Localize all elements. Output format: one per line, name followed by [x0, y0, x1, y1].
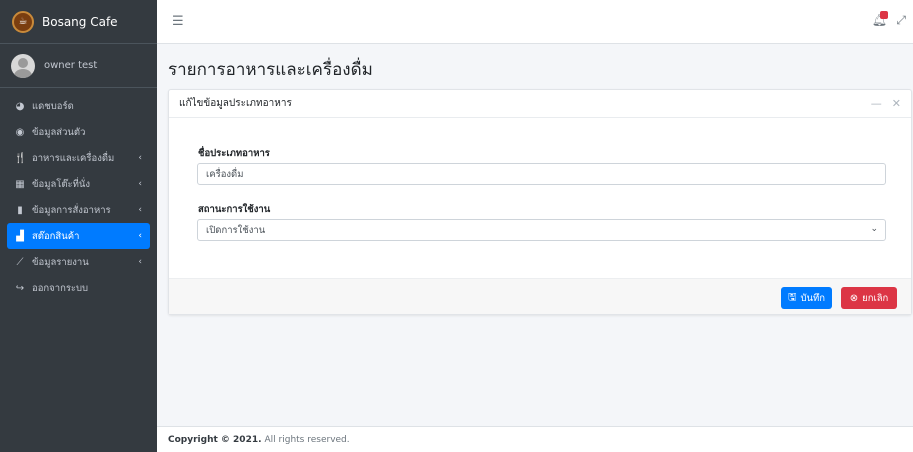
status-value: เปิดการใช้งาน	[206, 224, 266, 236]
user-panel[interactable]: owner test	[0, 44, 157, 88]
clipboard-icon: ▮	[17, 204, 23, 216]
food-type-value: เครื่องดื่ม	[206, 168, 244, 180]
card-footer: 🖫 บันทึก ⊗ ยกเลิก	[169, 278, 911, 314]
fullscreen-icon[interactable]: ⤢	[896, 13, 906, 28]
sidebar-item[interactable]: 🍴 อาหารและเครื่องดื่ม ‹	[7, 145, 150, 171]
chevron-left-icon: ‹	[138, 205, 142, 215]
utensils-icon: 🍴	[14, 152, 27, 164]
cancel-label: ยกเลิก	[862, 292, 889, 304]
food-type-label: ชื่อประเภทอาหาร	[198, 148, 270, 159]
chevron-left-icon: ‹	[138, 257, 142, 267]
cancel-button[interactable]: ⊗ ยกเลิก	[841, 287, 897, 309]
collapse-icon[interactable]: —	[871, 97, 882, 110]
boxes-icon: ▟	[16, 230, 24, 242]
sidebar-item[interactable]: ▮ ข้อมูลการสั่งอาหาร ‹	[7, 197, 150, 223]
sidebar-item[interactable]: ▦ ข้อมูลโต๊ะที่นั่ง ‹	[7, 171, 150, 197]
sidebar-item[interactable]: ◉ ข้อมูลส่วนตัว	[7, 119, 150, 145]
edit-card: แก้ไขข้อมูลประเภทอาหาร — ✕ ชื่อประเภทอาห…	[168, 89, 912, 315]
sidebar-nav: ◕ แดชบอร์ด ◉ ข้อมูลส่วนตัว 🍴 อาหารและเครื่องด…	[0, 93, 157, 301]
brand-link[interactable]: ☕ Bosang Cafe	[0, 0, 157, 44]
sidebar-item-label: ข้อมูลการสั่งอาหาร	[32, 204, 111, 216]
chevron-down-icon: ⌄	[870, 224, 878, 234]
hamburger-menu-icon[interactable]: ☰	[172, 14, 184, 29]
sidebar-item-label: แดชบอร์ด	[32, 100, 74, 112]
sidebar-item-label: สต๊อกสินค้า	[32, 230, 80, 242]
sign-out-icon: ↪	[15, 282, 25, 294]
sidebar-item[interactable]: ⟋ ข้อมูลรายงาน ‹	[7, 249, 150, 275]
cafe-logo-icon: ☕	[12, 10, 34, 33]
status-select[interactable]: เปิดการใช้งาน ⌄	[197, 219, 886, 241]
sidebar-item-label: ข้อมูลโต๊ะที่นั่ง	[32, 178, 91, 190]
sidebar-item[interactable]: ▟ สต๊อกสินค้า ‹	[7, 223, 150, 249]
brand-name: Bosang Cafe	[42, 14, 118, 29]
status-label: สถานะการใช้งาน	[198, 204, 271, 215]
save-button[interactable]: 🖫 บันทึก	[781, 287, 832, 309]
sidebar-item[interactable]: ◕ แดชบอร์ด	[7, 93, 150, 119]
user-name: owner test	[44, 60, 98, 71]
chart-line-icon: ⟋	[16, 256, 24, 268]
copyright-text: Copyright © 2021.	[168, 434, 262, 445]
table-icon: ▦	[15, 178, 25, 190]
card-title: แก้ไขข้อมูลประเภทอาหาร	[179, 98, 292, 109]
chevron-left-icon: ‹	[138, 153, 142, 163]
close-icon[interactable]: ✕	[892, 97, 901, 110]
save-label: บันทึก	[800, 292, 826, 304]
sidebar-item[interactable]: ↪ ออกจากระบบ	[7, 275, 150, 301]
sidebar-item-label: อาหารและเครื่องดื่ม	[32, 152, 115, 164]
sidebar: ☕ Bosang Cafe owner test ◕ แดชบอร์ด ◉ ข้อมู…	[0, 0, 157, 452]
card-header: แก้ไขข้อมูลประเภทอาหาร — ✕	[169, 90, 911, 118]
notification-badge	[880, 11, 888, 19]
user-circle-icon: ◉	[15, 126, 25, 138]
tachometer-icon: ◕	[15, 100, 25, 112]
sidebar-item-label: ออกจากระบบ	[32, 282, 89, 294]
food-type-input[interactable]: เครื่องดื่ม	[197, 163, 886, 185]
page-footer: Copyright © 2021. All rights reserved.	[157, 426, 913, 452]
page-title: รายการอาหารและเครื่องดื่ม	[168, 60, 373, 80]
cancel-circle-icon: ⊗	[849, 292, 859, 304]
topbar: ☰ 🔔︎ ⤢	[157, 0, 913, 44]
chevron-left-icon: ‹	[138, 179, 142, 189]
sidebar-item-label: ข้อมูลรายงาน	[32, 256, 89, 268]
sidebar-item-label: ข้อมูลส่วนตัว	[32, 126, 86, 138]
avatar	[11, 53, 35, 78]
floppy-disk-icon: 🖫	[787, 291, 797, 303]
rights-text: All rights reserved.	[264, 434, 350, 445]
chevron-left-icon: ‹	[138, 231, 142, 241]
